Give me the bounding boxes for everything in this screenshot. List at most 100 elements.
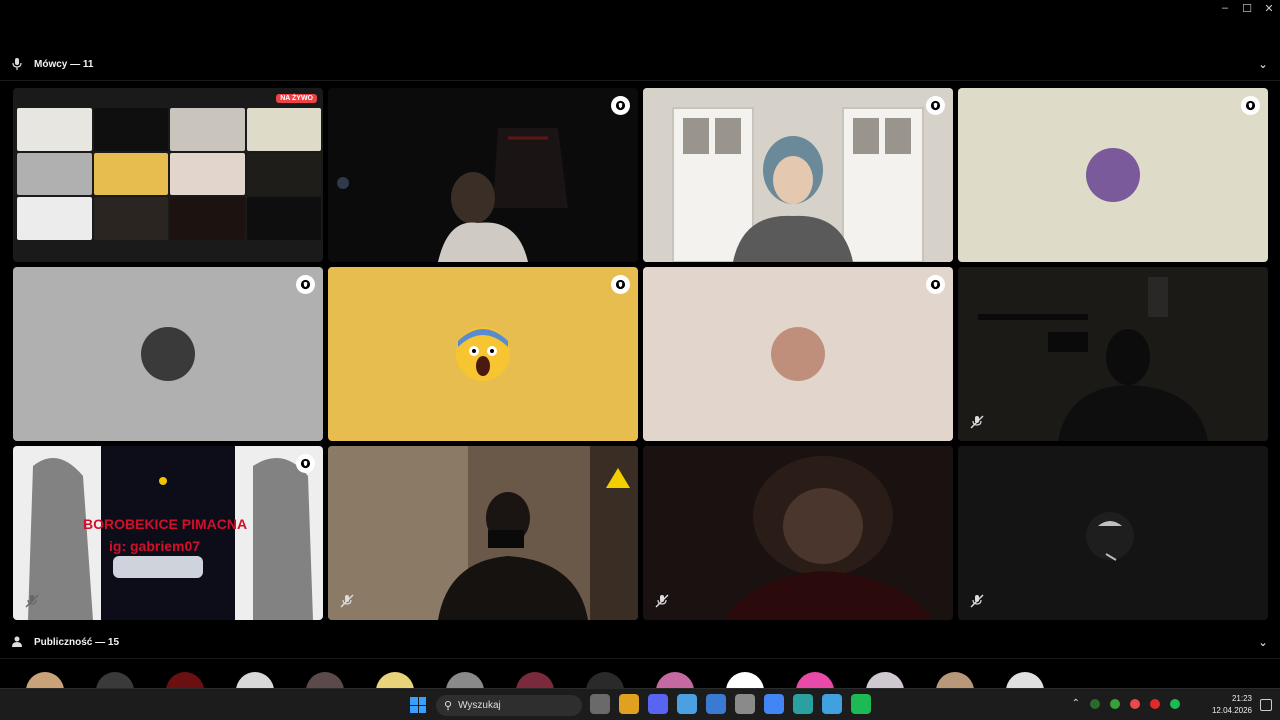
search-placeholder: Wyszukaj (458, 700, 501, 711)
stage-badge (296, 275, 315, 294)
taskbar-app-icon[interactable] (793, 694, 813, 714)
audience-avatar[interactable] (586, 672, 624, 688)
video-tile[interactable] (643, 88, 953, 262)
video-tile[interactable] (958, 267, 1268, 441)
taskbar-app-icon[interactable] (735, 694, 755, 714)
audience-avatar[interactable] (306, 672, 344, 688)
avatar-tile[interactable] (958, 88, 1268, 262)
clock-date: 12.04.2026 (1211, 706, 1252, 715)
screen-share-preview (17, 108, 321, 240)
mini-tile (93, 197, 168, 240)
stage-badge (611, 275, 630, 294)
video-tile[interactable]: BOROBEKICE PIMACNA ig: gabriem07 (13, 446, 323, 620)
video-tile[interactable] (328, 88, 638, 262)
minimize-button[interactable]: – (1214, 0, 1236, 16)
window-controls: – ☐ ✕ (1214, 0, 1280, 16)
shield-icon (300, 279, 311, 290)
muted-microphone-icon (655, 594, 669, 608)
stage-badge (926, 275, 945, 294)
screen-overlay-text: BOROBEKICE PIMACNA (83, 516, 248, 532)
mini-tile (170, 197, 245, 240)
tray-app-icon[interactable] (1170, 698, 1180, 709)
camera-feed (958, 446, 1268, 620)
shield-icon (930, 100, 941, 111)
taskbar-app-icon[interactable] (677, 694, 697, 714)
notification-icon[interactable] (1260, 699, 1272, 711)
speakers-header[interactable]: Mówcy — 11 ⌄ (10, 54, 1270, 74)
audience-avatar[interactable] (866, 672, 904, 688)
taskbar-app-icon[interactable] (822, 694, 842, 714)
taskbar-app-icon[interactable] (619, 694, 639, 714)
chevron-up-icon[interactable]: ⌃ (1072, 698, 1080, 709)
stage-badge (296, 454, 315, 473)
muted-microphone-icon (970, 594, 984, 608)
mini-tile (170, 108, 245, 151)
mini-tile (17, 108, 92, 151)
microphone-icon (10, 58, 24, 70)
taskbar-app-icon[interactable] (706, 694, 726, 714)
camera-feed (13, 446, 323, 620)
audience-avatar[interactable] (236, 672, 274, 688)
muted-microphone-icon (970, 415, 984, 429)
mini-tile (93, 152, 168, 196)
tray-app-icon[interactable] (1110, 698, 1120, 709)
chevron-down-icon[interactable]: ⌄ (1256, 636, 1270, 649)
audience-avatar[interactable] (26, 672, 64, 688)
audience-avatar[interactable] (516, 672, 554, 688)
maximize-button[interactable]: ☐ (1236, 0, 1258, 16)
audience-avatar[interactable] (376, 672, 414, 688)
taskbar: ⚲ Wyszukaj ⌃ 21:23 12.04.2026 (0, 688, 1280, 720)
audience-avatar[interactable] (796, 672, 834, 688)
stage-badge (611, 96, 630, 115)
screen-share-tile[interactable]: NA ŻYWO (13, 88, 323, 262)
audience-avatar[interactable] (96, 672, 134, 688)
avatar-tile[interactable] (328, 267, 638, 441)
audience-avatar[interactable] (1006, 672, 1044, 688)
taskbar-search[interactable]: ⚲ Wyszukaj (436, 695, 582, 716)
tray-app-icon[interactable] (1130, 698, 1140, 709)
camera-feed (643, 446, 953, 620)
audience-avatar[interactable] (936, 672, 974, 688)
shield-icon (1245, 100, 1256, 111)
tray-app-icon[interactable] (1150, 698, 1160, 709)
audience-avatar[interactable] (446, 672, 484, 688)
close-button[interactable]: ✕ (1258, 0, 1280, 16)
audience-header[interactable]: Publiczność — 15 ⌄ (10, 632, 1270, 652)
mini-tile (17, 197, 92, 240)
mini-tile (17, 152, 92, 196)
windows-start-icon[interactable] (410, 697, 426, 713)
mini-tile (93, 108, 168, 151)
user-avatar (456, 327, 510, 381)
taskbar-app-icon[interactable] (764, 694, 784, 714)
tray-app-icon[interactable] (1090, 698, 1100, 709)
screaming-emoji-icon (457, 328, 509, 380)
people-icon (10, 636, 24, 648)
audience-avatar[interactable] (166, 672, 204, 688)
video-tile[interactable] (328, 446, 638, 620)
avatar-tile[interactable] (13, 267, 323, 441)
avatar-tile[interactable] (643, 267, 953, 441)
clock[interactable]: 21:23 12.04.2026 (1212, 693, 1252, 717)
taskbar-app-icon[interactable] (648, 694, 668, 714)
speaker-grid: NA ŻYWO BOROBEKICE PIMACNA ig: gabriem07 (13, 88, 1268, 621)
shield-icon (615, 100, 626, 111)
stage-badge (926, 96, 945, 115)
stage-badge (1241, 96, 1260, 115)
taskbar-app-icon[interactable] (590, 694, 610, 714)
user-avatar (1086, 148, 1140, 202)
shield-icon (930, 279, 941, 290)
audience-title: Publiczność — 15 (34, 636, 120, 648)
speakers-title: Mówcy — 11 (34, 58, 94, 70)
video-tile[interactable] (958, 446, 1268, 620)
audience-avatar[interactable] (656, 672, 694, 688)
video-tile[interactable] (643, 446, 953, 620)
user-avatar (141, 327, 195, 381)
camera-feed (328, 88, 638, 262)
taskbar-app-icon[interactable] (851, 694, 871, 714)
camera-feed (328, 446, 638, 620)
mini-tile (246, 152, 321, 196)
user-avatar (771, 327, 825, 381)
chevron-down-icon[interactable]: ⌄ (1256, 58, 1270, 71)
divider (0, 80, 1280, 81)
audience-avatar[interactable] (726, 672, 764, 688)
